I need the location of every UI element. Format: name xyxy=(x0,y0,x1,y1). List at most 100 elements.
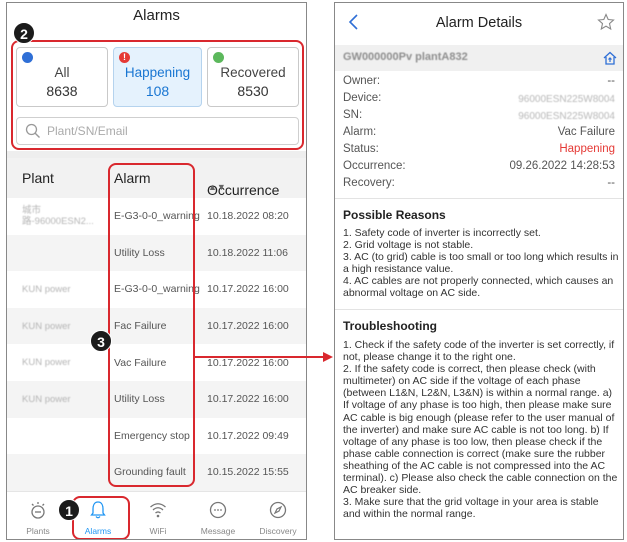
info-row-alarm: Alarm: Vac Failure xyxy=(343,126,615,142)
search-icon xyxy=(25,123,40,138)
row-alarm-cell: E-G3-0-0_warning xyxy=(114,210,200,223)
recovery-key: Recovery: xyxy=(343,177,395,189)
tab-plants[interactable]: Plants xyxy=(10,492,66,539)
reason-item: 4. AC cables are not properly connected,… xyxy=(343,275,614,300)
star-icon[interactable] xyxy=(597,13,615,31)
tab-alarms[interactable]: Alarms xyxy=(70,492,126,539)
header: Alarm Details xyxy=(335,3,623,45)
alarm-row[interactable]: Emergency stop 10.17.2022 09:49 xyxy=(7,418,306,455)
tab-discovery-label: Discovery xyxy=(259,526,297,536)
filter-all-card[interactable]: All 8638 xyxy=(16,47,108,107)
alarm-key: Alarm: xyxy=(343,126,377,138)
filter-recovered-count: 8530 xyxy=(237,83,269,99)
info-row-sn: SN: 96000ESN225W8004 xyxy=(343,109,615,125)
reason-item: 2. Grid voltage is not stable. xyxy=(343,239,474,252)
recovery-value: -- xyxy=(607,177,615,189)
status-value: Happening xyxy=(559,143,615,155)
search-input[interactable] xyxy=(47,121,287,141)
recovered-dot-icon xyxy=(213,52,224,63)
alarms-screen: Alarms All 8638 ! Happening 108 Recovere… xyxy=(6,2,307,540)
row-occurrence-cell: 10.17.2022 16:00 xyxy=(207,320,289,333)
plants-icon xyxy=(31,502,45,519)
col-plant-header: Plant xyxy=(22,170,54,186)
tab-plants-label: Plants xyxy=(26,526,50,536)
possible-reasons-list: 1. Safety code of inverter is incorrectl… xyxy=(343,227,619,300)
info-dot-icon xyxy=(22,52,33,63)
row-occurrence-cell: 10.18.2022 11:06 xyxy=(207,246,288,259)
search-box[interactable] xyxy=(16,117,299,145)
callout-badge-2: 2 xyxy=(13,22,35,44)
col-alarm-header: Alarm xyxy=(114,170,151,186)
alarm-row[interactable]: KUN power Utility Loss 10.17.2022 16:00 xyxy=(7,381,306,418)
row-occurrence-cell: 10.17.2022 16:00 xyxy=(207,393,289,406)
row-alarm-cell: Emergency stop xyxy=(114,429,190,442)
filter-happening-card[interactable]: ! Happening 108 xyxy=(113,47,202,107)
page-title: Alarm Details xyxy=(435,15,523,31)
bell-icon xyxy=(90,501,106,519)
row-plant-cell xyxy=(22,454,110,491)
row-alarm-cell: Grounding fault xyxy=(114,466,186,479)
alert-dot-icon: ! xyxy=(119,52,130,63)
filter-all-count: 8638 xyxy=(46,83,78,99)
info-row-occurrence: Occurrence: 09.26.2022 14:28:53 xyxy=(343,160,615,176)
owner-key: Owner: xyxy=(343,75,381,87)
tab-message[interactable]: Message xyxy=(190,492,246,539)
troubleshooting-text: 1. Check if the safety code of the inver… xyxy=(343,339,618,521)
alarm-row[interactable]: 城市路-96000ESN2... E-G3-0-0_warning 10.18.20… xyxy=(7,198,306,235)
row-plant-cell: KUN power xyxy=(22,393,71,405)
alarm-row[interactable]: KUN power Fac Failure 10.17.2022 16:00 xyxy=(7,307,306,345)
row-plant-cell: KUN power xyxy=(22,283,71,295)
alarm-details-screen: Alarm Details GW000000Pv plantA832 Owner… xyxy=(334,2,624,540)
divider xyxy=(335,198,623,199)
status-key: Status: xyxy=(343,143,379,155)
info-row-recovery: Recovery: -- xyxy=(343,177,615,193)
bottom-tab-bar: Plants Alarms WiFi Message Discovery xyxy=(7,491,306,539)
wifi-icon xyxy=(150,503,166,518)
row-occurrence-cell: 10.18.2022 08:20 xyxy=(207,210,289,223)
row-occurrence-cell: 10.15.2022 15:55 xyxy=(207,466,289,479)
info-row-device: Device: 96000ESN225W8004 xyxy=(343,92,615,108)
tab-discovery[interactable]: Discovery xyxy=(250,492,306,539)
occurrence-value: 09.26.2022 14:28:53 xyxy=(509,160,615,172)
message-icon xyxy=(209,501,227,519)
compass-icon xyxy=(269,501,287,519)
filter-happening-label: Happening xyxy=(124,65,191,80)
owner-value: -- xyxy=(607,75,615,87)
home-icon[interactable] xyxy=(602,50,618,66)
row-alarm-cell: Vac Failure xyxy=(114,356,167,369)
row-occurrence-cell: 10.17.2022 16:00 xyxy=(207,356,289,369)
alarm-row[interactable]: Grounding fault 10.15.2022 15:55 xyxy=(7,454,306,491)
possible-reasons-title: Possible Reasons xyxy=(343,208,446,222)
row-plant-cell xyxy=(22,235,110,272)
table-header: Plant Alarm Occurrence ▲▼ xyxy=(7,158,306,198)
filter-happening-count: 108 xyxy=(145,83,170,99)
info-row-owner: Owner: -- xyxy=(343,75,615,91)
row-alarm-cell: Fac Failure xyxy=(114,320,167,333)
sn-key: SN: xyxy=(343,109,363,121)
page-title: Alarms xyxy=(133,7,180,24)
row-occurrence-cell: 10.17.2022 16:00 xyxy=(207,283,289,296)
filter-recovered-label: Recovered xyxy=(220,65,286,80)
callout-badge-1: 1 xyxy=(58,499,80,521)
occurrence-key: Occurrence: xyxy=(343,160,406,172)
device-value: 96000ESN225W8004 xyxy=(518,94,615,105)
row-plant-cell xyxy=(22,418,110,455)
reason-item: 3. AC (to grid) cable is too small or to… xyxy=(343,251,619,276)
row-alarm-cell: Utility Loss xyxy=(114,246,165,259)
tab-message-label: Message xyxy=(200,526,236,536)
tab-wifi[interactable]: WiFi xyxy=(130,492,186,539)
row-plant-cell: 城市路-96000ESN2... xyxy=(22,205,94,228)
plant-bar: GW000000Pv plantA832 xyxy=(335,45,623,71)
row-alarm-cell: E-G3-0-0_warning xyxy=(114,283,200,296)
row-alarm-cell: Utility Loss xyxy=(114,393,165,406)
alarm-row[interactable]: KUN power E-G3-0-0_warning 10.17.2022 16:0… xyxy=(7,271,306,308)
callout-badge-3: 3 xyxy=(90,330,112,352)
alarm-row[interactable]: Utility Loss 10.18.2022 11:06 xyxy=(7,234,306,272)
filter-recovered-card[interactable]: Recovered 8530 xyxy=(207,47,299,107)
alarm-row[interactable]: KUN power Vac Failure 10.17.2022 16:00 xyxy=(7,344,306,381)
alarm-value: Vac Failure xyxy=(557,126,615,138)
info-row-status: Status: Happening xyxy=(343,143,615,159)
sort-icon: ▲▼ xyxy=(208,182,226,192)
sn-value: 96000ESN225W8004 xyxy=(518,111,615,122)
filter-all-label: All xyxy=(54,65,70,80)
